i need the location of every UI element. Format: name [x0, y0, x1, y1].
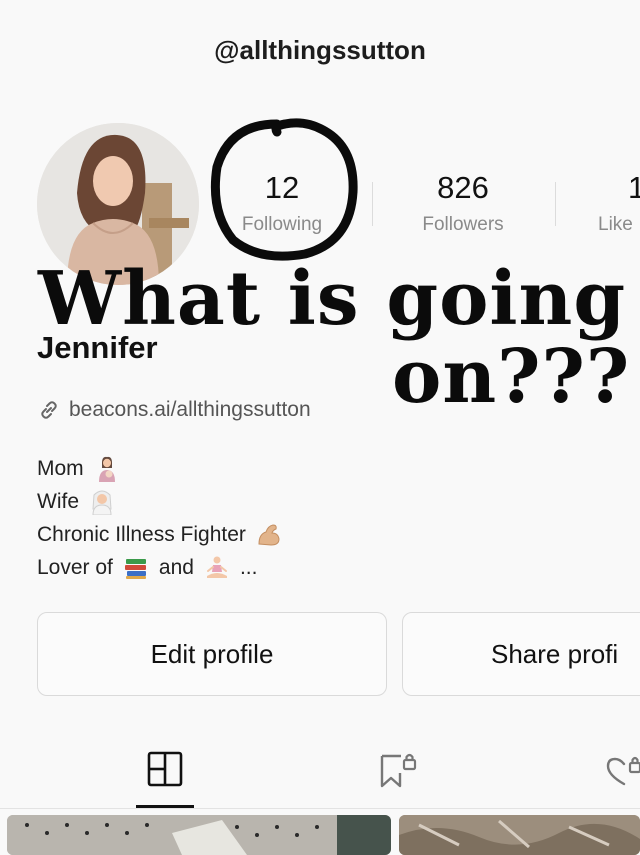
post-thumbnail[interactable]	[399, 815, 640, 855]
post-thumbnail[interactable]	[7, 815, 391, 855]
stat-followers[interactable]: 826 Followers	[388, 170, 538, 236]
post-thumbnail-image	[7, 815, 391, 855]
share-profile-button[interactable]: Share profi	[402, 612, 640, 696]
edit-profile-button[interactable]: Edit profile	[37, 612, 387, 696]
bio-text: Mom	[37, 457, 84, 480]
overlay-text-line2: on???	[392, 334, 631, 420]
bio-text: ...	[239, 556, 258, 579]
share-profile-label: Share profi	[491, 638, 619, 669]
post-thumbnail-image	[399, 815, 640, 855]
bride-emoji-icon	[92, 490, 112, 515]
heart-lock-icon[interactable]	[606, 751, 640, 789]
flexed-biceps-emoji-icon	[258, 523, 280, 546]
bio-line: Lover of and ...	[37, 551, 282, 584]
followers-count: 826	[437, 170, 489, 205]
stat-divider	[555, 182, 556, 226]
bio-text: Wife	[37, 490, 79, 513]
followers-label: Followers	[422, 214, 504, 235]
profile-name: Jennifer	[37, 330, 158, 365]
overlay-text-line1: What is going	[38, 256, 627, 342]
bio-line: Wife	[37, 485, 282, 518]
bio-text: Lover of	[37, 556, 113, 579]
bio-line: Chronic Illness Fighter	[37, 518, 282, 551]
bio-text: Chronic Illness Fighter	[37, 523, 246, 546]
bookmark-lock-icon[interactable]	[379, 751, 417, 789]
profile-bio: Mom Wife Chronic Illness Fighter Lover o…	[37, 452, 282, 584]
stat-divider	[372, 182, 373, 226]
grid-icon[interactable]	[147, 751, 183, 787]
likes-label: Like	[598, 214, 633, 235]
profile-handle: @allthingssutton	[214, 35, 426, 65]
stat-likes[interactable]: 1 Like	[598, 170, 640, 236]
annotation-circle	[210, 118, 358, 261]
books-emoji-icon	[124, 558, 146, 579]
profile-link[interactable]: beacons.ai/allthingssutton	[37, 398, 311, 422]
profile-link-text: beacons.ai/allthingssutton	[69, 398, 311, 421]
mother-baby-emoji-icon	[98, 456, 115, 482]
link-icon	[41, 401, 57, 419]
person-yoga-emoji-icon	[206, 556, 227, 578]
bio-text: and	[158, 556, 194, 579]
bio-line: Mom	[37, 452, 282, 485]
likes-count: 1	[628, 170, 640, 205]
tabs-divider	[0, 808, 640, 809]
